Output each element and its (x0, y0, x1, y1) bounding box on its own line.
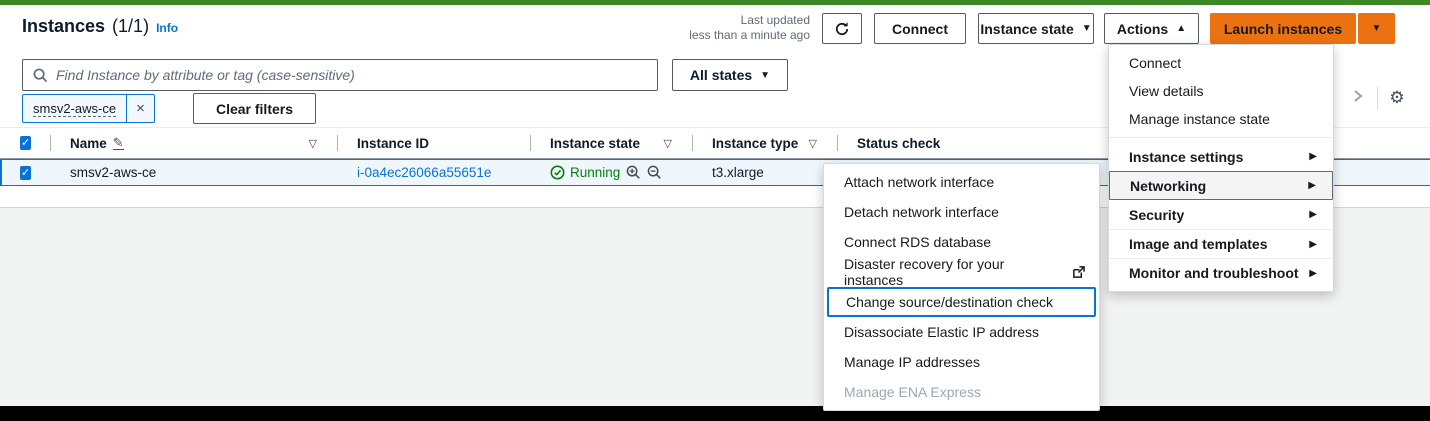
instance-state-badge: Running (550, 165, 620, 180)
refresh-button[interactable] (822, 13, 862, 44)
caret-down-icon: ▼ (760, 69, 771, 81)
submenu-item-manage-ip-addresses[interactable]: Manage IP addresses (824, 347, 1099, 377)
launch-instances-split-button[interactable]: ▼ (1358, 13, 1395, 44)
actions-button-label: Actions (1116, 20, 1169, 37)
filter-token: smsv2-aws-ce × (22, 94, 155, 123)
clear-filters-button[interactable]: Clear filters (193, 93, 316, 124)
last-updated-line2: less than a minute ago (689, 28, 810, 42)
submenu-arrow-icon: ▶ (1309, 209, 1317, 220)
instance-count: (1/1) (112, 16, 150, 36)
zoom-in-filter-icon[interactable] (626, 165, 641, 180)
remove-filter-button[interactable]: × (126, 95, 154, 122)
actions-menu: Connect View details Manage instance sta… (1108, 44, 1334, 292)
pagination: ⚙ (1343, 86, 1412, 110)
next-page-button[interactable] (1343, 89, 1373, 107)
menu-item-manage-instance-state[interactable]: Manage instance state (1109, 105, 1333, 133)
search-input[interactable] (56, 67, 647, 83)
all-states-dropdown[interactable]: All states ▼ (672, 59, 788, 91)
submenu-item-manage-ena-express: Manage ENA Express (844, 384, 981, 400)
sort-icon[interactable]: ▽ (309, 137, 317, 150)
last-updated: Last updated less than a minute ago (640, 13, 810, 43)
instance-id-link[interactable]: i-0a4ec26066a55651e (357, 165, 491, 180)
row-type-cell: t3.xlarge (692, 160, 837, 185)
sort-icon[interactable]: ▽ (809, 137, 817, 150)
caret-up-icon: ▲ (1176, 23, 1187, 34)
select-all-checkbox[interactable]: ✓ (20, 136, 32, 150)
edit-column-icon[interactable]: ✎ (112, 136, 124, 150)
instance-search (22, 59, 658, 91)
gear-icon: ⚙ (1389, 88, 1405, 107)
info-link[interactable]: Info (156, 21, 178, 35)
check-icon: ✓ (21, 137, 31, 149)
column-instance-id-label: Instance ID (357, 135, 430, 151)
bottom-black-bar (0, 406, 1430, 421)
page-title-text: Instances (22, 16, 106, 36)
column-status-check-label: Status check (857, 135, 941, 151)
external-link-icon (1072, 265, 1085, 279)
row-checkbox[interactable]: ✓ (20, 165, 32, 180)
instance-type-text: t3.xlarge (712, 165, 764, 180)
submenu-item-change-source-destination-check[interactable]: Change source/destination check (827, 287, 1096, 317)
row-select-cell: ✓ (0, 160, 50, 185)
submenu-arrow-icon: ▶ (1308, 180, 1316, 191)
instance-state-label: Instance state (980, 20, 1074, 37)
filter-token-label: smsv2-aws-ce (33, 100, 117, 117)
menu-item-networking[interactable]: Networking ▶ (1109, 171, 1333, 200)
launch-instances-button[interactable]: Launch instances (1210, 13, 1356, 44)
column-name-label: Name (70, 135, 107, 151)
caret-down-icon: ▼ (1371, 23, 1382, 34)
connect-button-label: Connect (892, 20, 948, 37)
column-instance-type-label: Instance type (712, 135, 799, 151)
sort-icon[interactable]: ▽ (664, 137, 672, 150)
menu-item-connect[interactable]: Connect (1109, 49, 1333, 77)
column-header-name[interactable]: Name ✎ ▽ (50, 128, 337, 158)
pagination-divider (1377, 87, 1378, 109)
connect-button[interactable]: Connect (874, 13, 966, 44)
submenu-arrow-icon: ▶ (1309, 151, 1317, 162)
running-check-circle-icon (550, 165, 565, 180)
instance-state-text: Running (570, 165, 621, 180)
column-header-instance-id[interactable]: Instance ID (337, 128, 530, 158)
page-title: Instances (1/1) Info (22, 16, 178, 37)
menu-item-security[interactable]: Security ▶ (1109, 200, 1333, 229)
top-green-bar (0, 0, 1430, 5)
menu-item-image-and-templates[interactable]: Image and templates ▶ (1109, 229, 1333, 258)
all-states-label: All states (689, 67, 753, 83)
submenu-arrow-icon: ▶ (1309, 267, 1317, 279)
submenu-item-disaster-recovery[interactable]: Disaster recovery for your instances (824, 256, 1099, 288)
submenu-item-disassociate-elastic-ip[interactable]: Disassociate Elastic IP address (824, 317, 1099, 347)
refresh-icon (834, 21, 850, 37)
networking-submenu: Attach network interface Detach network … (823, 163, 1100, 411)
caret-down-icon: ▼ (1081, 23, 1092, 34)
menu-item-view-details[interactable]: View details (1109, 77, 1333, 105)
submenu-item-detach-network-interface[interactable]: Detach network interface (824, 197, 1099, 227)
instance-name: smsv2-aws-ce (70, 165, 157, 180)
column-header-instance-type[interactable]: Instance type ▽ (692, 128, 837, 158)
last-updated-line1: Last updated (740, 13, 810, 27)
menu-item-monitor-and-troubleshoot[interactable]: Monitor and troubleshoot ▶ (1109, 258, 1333, 287)
submenu-arrow-icon: ▶ (1309, 238, 1317, 250)
instance-state-dropdown-button[interactable]: Instance state ▼ (978, 13, 1094, 44)
search-icon (33, 68, 48, 83)
zoom-out-filter-icon[interactable] (647, 165, 662, 180)
row-instance-id-cell: i-0a4ec26066a55651e (337, 160, 530, 185)
row-name-cell: smsv2-aws-ce (50, 160, 337, 185)
close-icon: × (136, 100, 145, 117)
column-header-instance-state[interactable]: Instance state ▽ (530, 128, 692, 158)
row-state-cell: Running (530, 160, 692, 185)
clear-filters-label: Clear filters (215, 100, 294, 117)
actions-dropdown-button[interactable]: Actions ▲ (1104, 13, 1199, 44)
submenu-item-connect-rds-database[interactable]: Connect RDS database (824, 227, 1099, 257)
menu-item-instance-settings[interactable]: Instance settings ▶ (1109, 142, 1333, 171)
column-instance-state-label: Instance state (550, 135, 641, 151)
launch-instances-label: Launch instances (1223, 20, 1343, 37)
select-all-cell: ✓ (0, 128, 50, 158)
menu-divider (1109, 137, 1333, 138)
settings-gear-button[interactable]: ⚙ (1382, 88, 1412, 108)
check-icon: ✓ (21, 166, 31, 179)
submenu-item-attach-network-interface[interactable]: Attach network interface (824, 167, 1099, 197)
